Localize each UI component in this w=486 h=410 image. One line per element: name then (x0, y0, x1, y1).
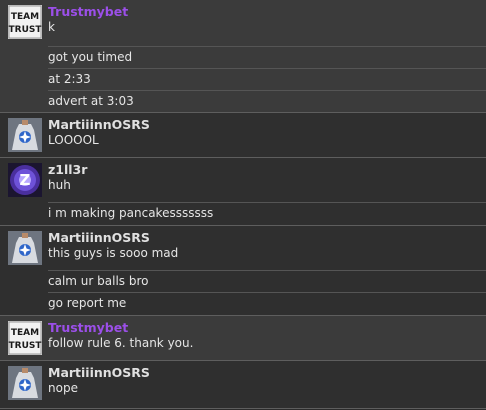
team-trust-avatar[interactable]: TEAM TRUST (8, 321, 42, 355)
cape-avatar[interactable] (8, 366, 42, 400)
cape-avatar[interactable] (8, 118, 42, 152)
message-group: MartiiinnOSRS nope (0, 361, 486, 409)
message-group: MartiiinnOSRS this guys is sooo mad calm… (0, 226, 486, 316)
cape-avatar[interactable] (8, 231, 42, 265)
author-name[interactable]: MartiiinnOSRS (48, 365, 150, 380)
message-group: MartiiinnOSRS LOOOOL (0, 113, 486, 158)
author-name[interactable]: MartiiinnOSRS (48, 117, 150, 132)
chat-log: TEAM TRUST Trustmybet k got you timed at… (0, 0, 486, 410)
message-line: i m making pancakesssssss (48, 202, 486, 221)
z-orb-avatar[interactable]: Z (8, 163, 42, 197)
message-line: nope (48, 381, 78, 395)
message-group: TEAM TRUST Trustmybet k got you timed at… (0, 0, 486, 113)
avatar-text-trust: TRUST (9, 341, 43, 351)
team-trust-avatar[interactable]: TEAM TRUST (8, 5, 42, 39)
author-name[interactable]: Trustmybet (48, 4, 128, 19)
svg-text:Z: Z (20, 171, 31, 189)
author-name[interactable]: MartiiinnOSRS (48, 230, 150, 245)
message-group: TEAM TRUST Trustmybet follow rule 6. tha… (0, 316, 486, 361)
author-name[interactable]: z1ll3r (48, 162, 87, 177)
message-line: follow rule 6. thank you. (48, 336, 194, 350)
message-line: this guys is sooo mad (48, 246, 179, 260)
avatar-text-team: TEAM (11, 328, 39, 338)
message-line: advert at 3:03 (48, 90, 486, 109)
message-line: LOOOOL (48, 133, 99, 147)
message-line: go report me (48, 292, 486, 311)
message-line: got you timed (48, 46, 486, 65)
author-name[interactable]: Trustmybet (48, 320, 128, 335)
avatar-text-team: TEAM (11, 12, 39, 22)
message-line: huh (48, 178, 71, 192)
message-line: at 2:33 (48, 68, 486, 87)
message-line: k (48, 20, 55, 34)
message-group: Z z1ll3r huh i m making pancakesssssss (0, 158, 486, 226)
avatar-text-trust: TRUST (9, 25, 43, 35)
message-line: calm ur balls bro (48, 270, 486, 289)
